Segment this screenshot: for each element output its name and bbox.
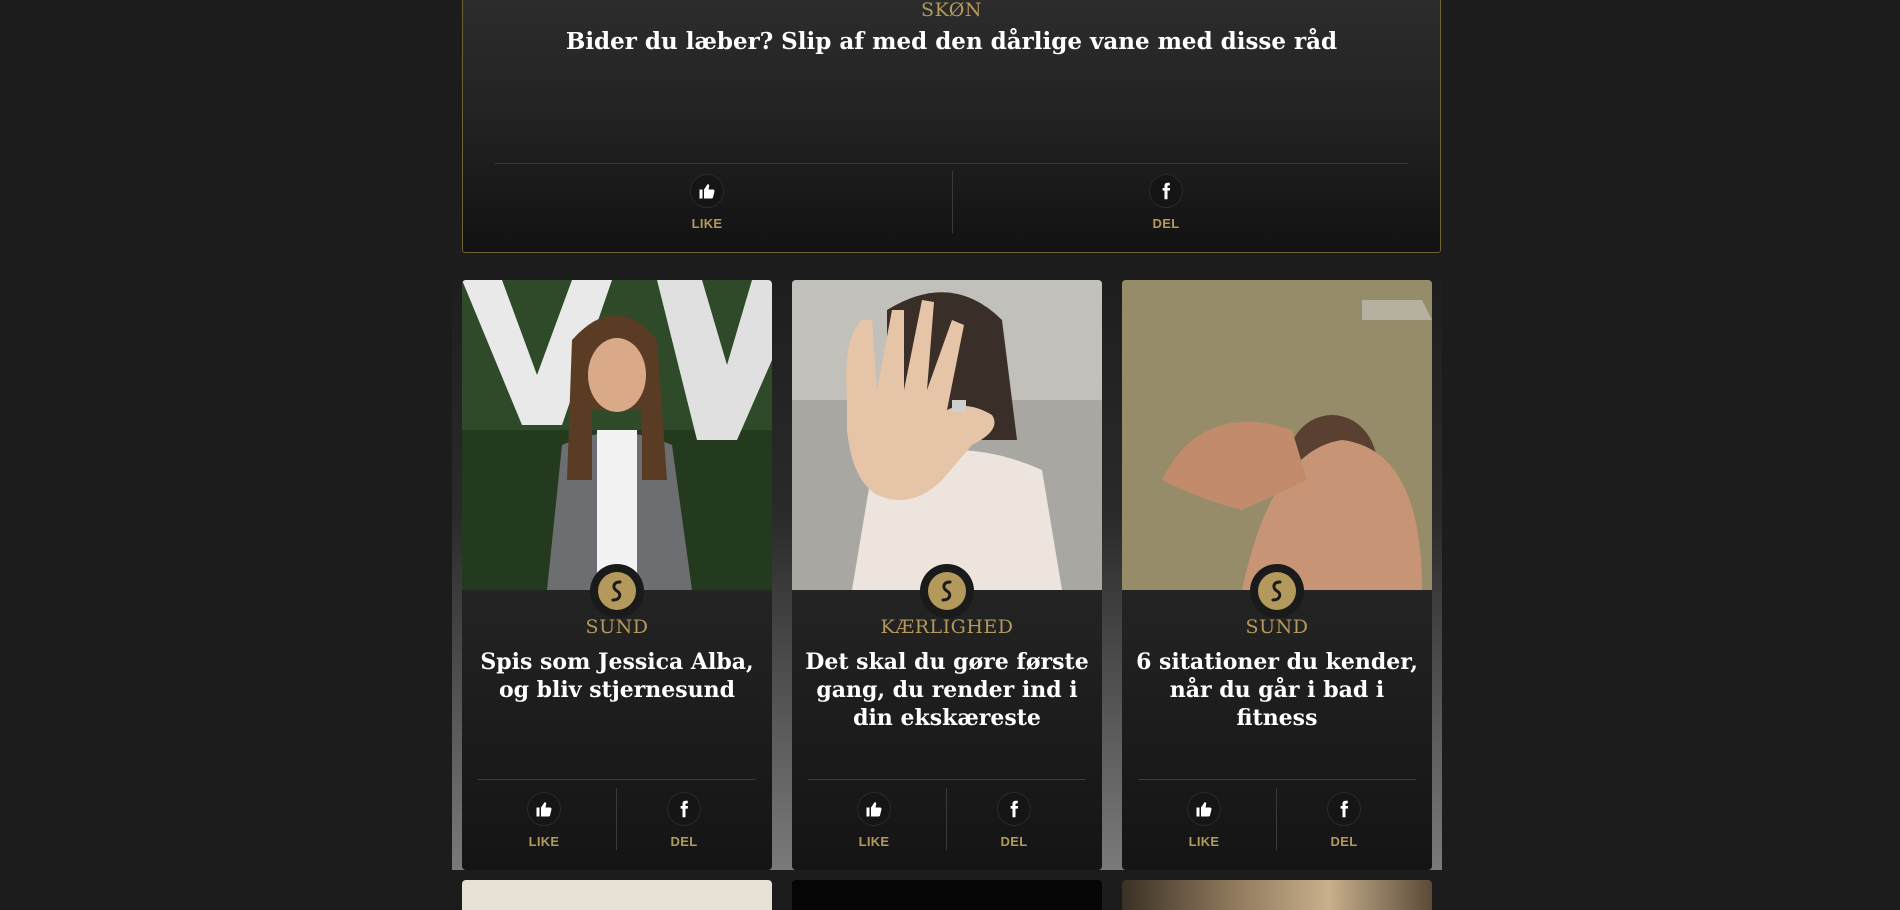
thumbs-up-icon	[536, 802, 552, 817]
like-button[interactable]: LIKE	[647, 174, 767, 231]
thumbs-up-icon	[699, 184, 715, 199]
article-category[interactable]: SUND	[1122, 616, 1432, 638]
article-card[interactable]: SUND Spis som Jessica Alba, og bliv stje…	[462, 280, 772, 870]
article-image[interactable]	[792, 280, 1102, 590]
brand-logo-icon	[941, 580, 952, 602]
like-button[interactable]: LIKE	[814, 792, 934, 849]
article-category[interactable]: KÆRLIGHED	[792, 616, 1102, 638]
article-card[interactable]: SUND 6 sitationer du kender, når du går …	[1122, 280, 1432, 870]
share-label: DEL	[1152, 216, 1180, 231]
thumbs-up-icon	[866, 802, 882, 817]
like-button[interactable]: LIKE	[484, 792, 604, 849]
share-button[interactable]: DEL	[954, 792, 1074, 849]
article-image[interactable]	[462, 280, 772, 590]
like-label: LIKE	[1188, 834, 1220, 849]
article-image[interactable]	[1122, 880, 1432, 910]
thumbs-up-icon	[1196, 802, 1212, 817]
article-card[interactable]: KÆRLIGHED Det skal du gøre første gang, …	[792, 280, 1102, 870]
brand-logo	[920, 564, 974, 618]
article-category[interactable]: SKØN	[463, 0, 1440, 21]
article-title[interactable]: Bider du læber? Slip af med den dårlige …	[463, 27, 1440, 57]
facebook-icon	[680, 800, 689, 818]
featured-article-card[interactable]: SKØN Bider du læber? Slip af med den dår…	[462, 0, 1441, 253]
divider	[952, 171, 953, 233]
article-title[interactable]: 6 sitationer du kender, når du går i bad…	[1134, 648, 1420, 732]
like-button[interactable]: LIKE	[1144, 792, 1264, 849]
divider	[616, 788, 617, 850]
like-label: LIKE	[858, 834, 890, 849]
facebook-icon	[1340, 800, 1349, 818]
like-label: LIKE	[528, 834, 560, 849]
article-image[interactable]	[792, 880, 1102, 910]
share-button[interactable]: DEL	[1106, 174, 1226, 231]
like-label: LIKE	[691, 216, 723, 231]
article-title[interactable]: Spis som Jessica Alba, og bliv stjernesu…	[474, 648, 760, 704]
divider	[1276, 788, 1277, 850]
divider	[478, 779, 756, 780]
share-button[interactable]: DEL	[1284, 792, 1404, 849]
article-image[interactable]	[1122, 280, 1432, 590]
article-image[interactable]	[462, 880, 772, 910]
brand-logo	[1250, 564, 1304, 618]
divider	[1138, 779, 1416, 780]
divider	[946, 788, 947, 850]
divider	[495, 163, 1408, 164]
divider	[808, 779, 1086, 780]
facebook-icon	[1010, 800, 1019, 818]
share-label: DEL	[670, 834, 698, 849]
article-title[interactable]: Det skal du gøre første gang, du render …	[804, 648, 1090, 732]
brand-logo-icon	[1271, 580, 1282, 602]
brand-logo	[590, 564, 644, 618]
share-label: DEL	[1000, 834, 1028, 849]
share-label: DEL	[1330, 834, 1358, 849]
facebook-icon	[1162, 182, 1171, 200]
article-category[interactable]: SUND	[462, 616, 772, 638]
brand-logo-icon	[611, 580, 622, 602]
share-button[interactable]: DEL	[624, 792, 744, 849]
